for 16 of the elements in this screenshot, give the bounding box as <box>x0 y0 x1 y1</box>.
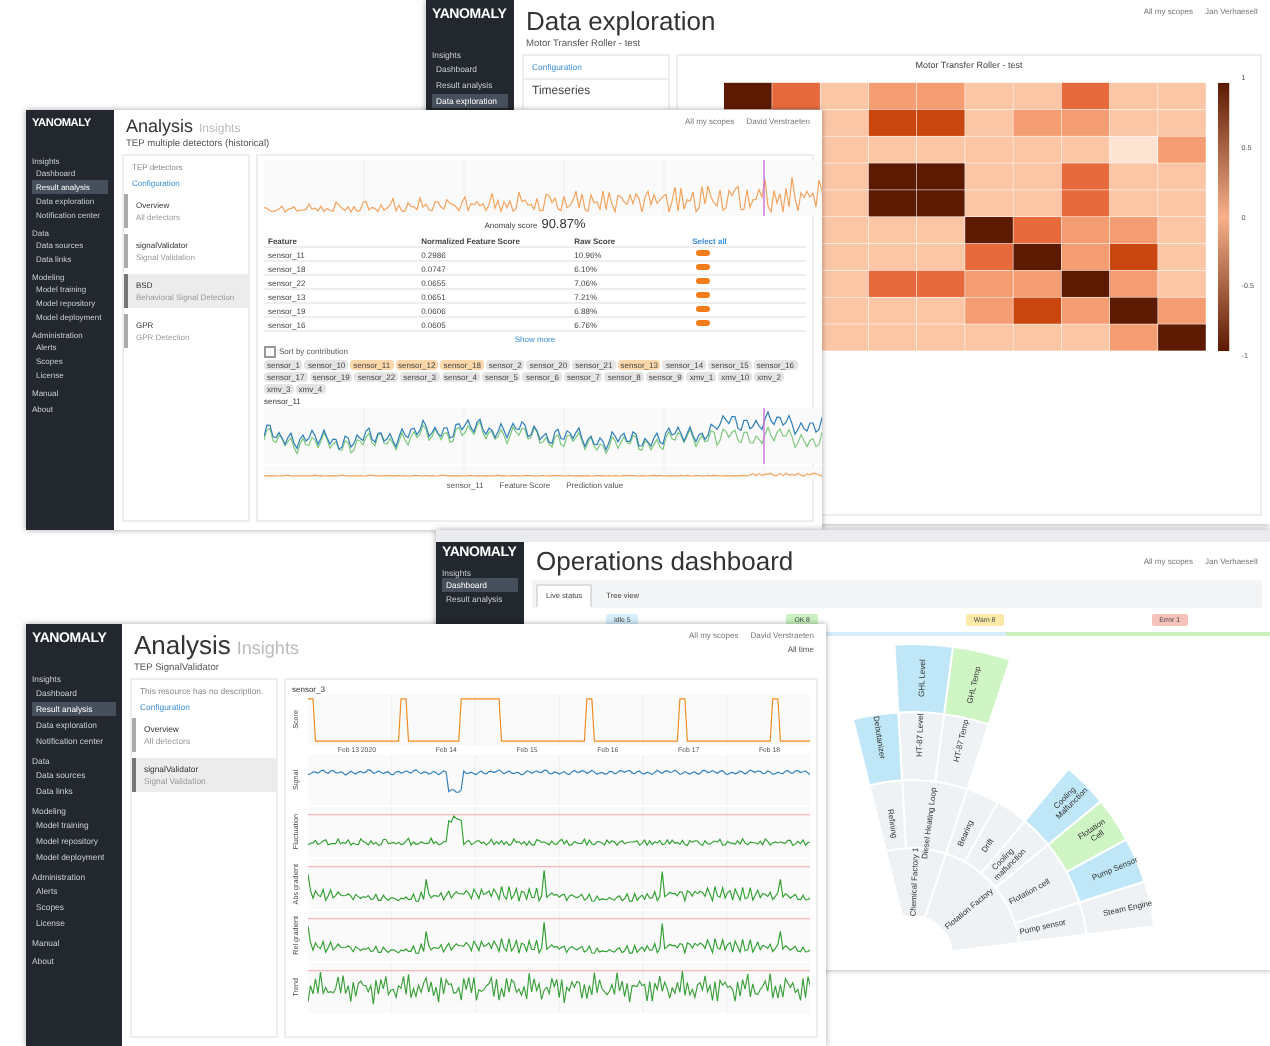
toggle-switch[interactable] <box>696 319 711 327</box>
page-title: Data exploration <box>526 6 716 36</box>
sunburst-segment[interactable] <box>851 711 904 787</box>
checkbox[interactable] <box>264 346 275 357</box>
sunburst-segment[interactable] <box>893 643 954 716</box>
sunburst-segment[interactable] <box>868 779 907 853</box>
page-title: Analysis <box>134 630 231 660</box>
toggle-switch[interactable] <box>696 263 711 271</box>
sunburst-segment[interactable] <box>1023 767 1102 846</box>
page-title: Operations dashboard <box>536 546 794 576</box>
page-title: Analysis <box>126 116 194 136</box>
toggle-switch[interactable] <box>696 291 711 299</box>
page-subtitle: Insights <box>236 638 299 658</box>
toggle-switch[interactable] <box>696 277 711 285</box>
toggle-switch[interactable] <box>696 305 711 313</box>
toggle-switch[interactable] <box>696 249 711 257</box>
